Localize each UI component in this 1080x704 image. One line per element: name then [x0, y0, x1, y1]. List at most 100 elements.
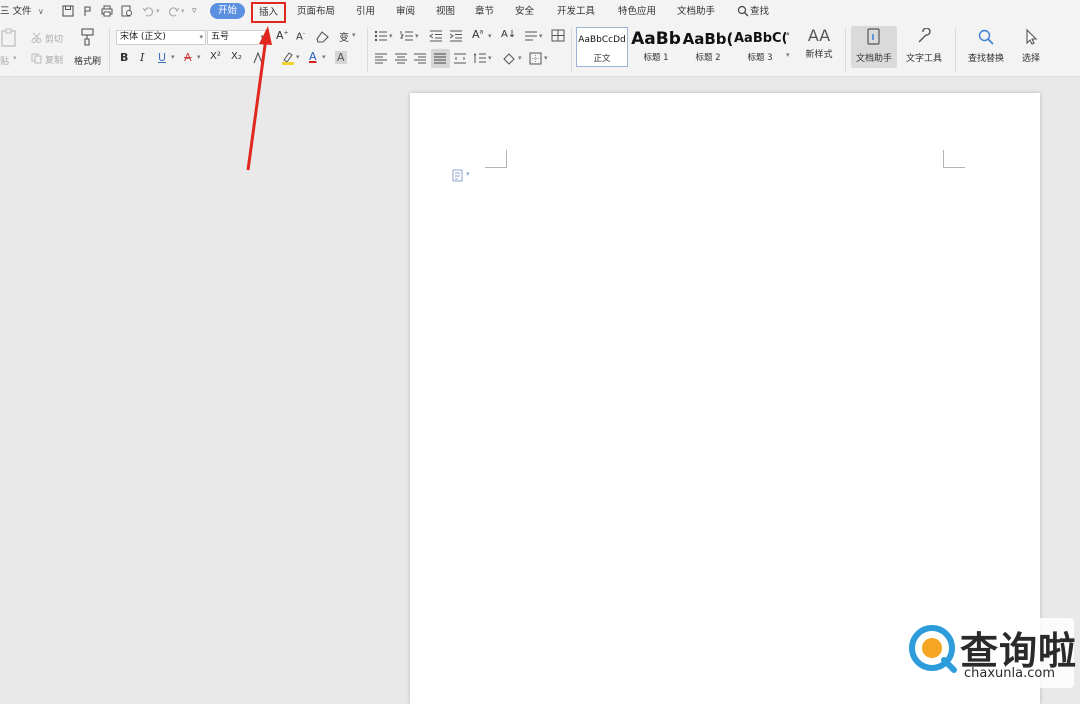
tab-developer-tools[interactable]: 开发工具	[557, 4, 595, 19]
watermark: 查询啦 chaxunla.com	[904, 618, 1076, 688]
tab-view[interactable]: 视图	[436, 4, 455, 19]
doc-assistant-icon	[867, 28, 880, 45]
search-command[interactable]: 查找	[750, 4, 769, 19]
pinyin-dropdown-icon[interactable]: ▾	[352, 31, 356, 39]
strikethrough-dropdown-icon[interactable]: ▾	[197, 53, 201, 61]
font-size-dropdown-icon[interactable]: ▾	[260, 31, 264, 44]
tab-references[interactable]: 引用	[356, 4, 375, 19]
change-case-icon[interactable]: Aa	[472, 28, 483, 41]
copy-button[interactable]: 复制	[45, 53, 63, 66]
new-style-button[interactable]: AA 新样式	[800, 26, 838, 60]
numbered-list-icon[interactable]	[400, 30, 414, 42]
format-painter-button[interactable]: 格式刷	[74, 54, 101, 67]
align-center-icon[interactable]	[394, 53, 408, 64]
styles-more-icon[interactable]: ▾	[786, 51, 790, 59]
bullet-list-dropdown-icon[interactable]: ▾	[389, 32, 393, 40]
group-divider	[571, 28, 572, 72]
numbered-list-dropdown-icon[interactable]: ▾	[415, 32, 419, 40]
show-marks-dropdown-icon[interactable]: ▾	[539, 32, 543, 40]
document-page[interactable]: ▾	[410, 93, 1040, 704]
shrink-font-icon[interactable]: A-	[296, 30, 305, 42]
superscript-button[interactable]: X²	[210, 51, 221, 62]
export-pdf-icon[interactable]	[82, 5, 94, 17]
highlight-color-icon[interactable]	[281, 51, 295, 65]
styles-scroll-up-icon[interactable]: ▴	[786, 29, 790, 37]
file-menu-chevron-icon[interactable]: ∨	[38, 4, 44, 19]
search-icon[interactable]	[737, 5, 749, 17]
table-grid-icon[interactable]	[551, 29, 565, 42]
cut-button[interactable]: 剪切	[45, 32, 63, 45]
underline-button[interactable]: U	[158, 51, 166, 64]
group-divider	[955, 28, 956, 72]
justify-icon[interactable]	[433, 53, 447, 64]
redo-dropdown-icon[interactable]: ▾	[181, 4, 185, 19]
underline-dropdown-icon[interactable]: ▾	[171, 53, 175, 61]
group-divider	[367, 28, 368, 72]
change-case-dropdown-icon[interactable]: ▾	[488, 32, 492, 40]
font-size-select[interactable]: 五号 ▾	[207, 30, 267, 45]
line-spacing-dropdown-icon[interactable]: ▾	[488, 54, 492, 62]
style-heading-3[interactable]: AaBbC( 标题 3	[734, 27, 786, 67]
font-color-button[interactable]: A	[309, 50, 317, 63]
increase-indent-icon[interactable]	[449, 30, 463, 42]
ribbon-toolbar: 贴 ▾ 剪切 复制 格式刷 宋体 (正文) ▾ 五号 ▾ A+ A- 变 ▾ B…	[0, 23, 1080, 77]
bold-button[interactable]: B	[120, 51, 128, 64]
font-name-select[interactable]: 宋体 (正文) ▾	[116, 30, 206, 45]
sort-icon[interactable]: A↓	[501, 29, 516, 40]
paste-button[interactable]: 贴	[0, 54, 9, 67]
save-icon[interactable]	[62, 5, 74, 17]
print-icon[interactable]	[101, 5, 113, 17]
paragraph-layout-icon[interactable]	[452, 169, 464, 182]
print-preview-icon[interactable]	[121, 5, 133, 17]
tab-special-apps[interactable]: 特色应用	[618, 4, 656, 19]
strikethrough-button[interactable]: A	[184, 51, 192, 64]
tab-insert[interactable]: 插入	[251, 2, 286, 23]
tab-review[interactable]: 审阅	[396, 4, 415, 19]
align-left-icon[interactable]	[374, 53, 388, 64]
style-heading-2[interactable]: AaBb( 标题 2	[682, 27, 734, 67]
shading-icon[interactable]	[502, 52, 516, 65]
styles-gallery: AaBbCcDd 正文 AaBb 标题 1 AaBb( 标题 2 AaBbC( …	[576, 27, 794, 67]
distributed-align-icon[interactable]	[453, 53, 467, 64]
style-heading-1[interactable]: AaBb 标题 1	[630, 27, 682, 67]
doc-assistant-button[interactable]: 文档助手	[851, 26, 897, 68]
tab-chapter[interactable]: 章节	[475, 4, 494, 19]
text-effect-icon[interactable]	[252, 52, 266, 64]
paste-dropdown-icon[interactable]: ▾	[13, 54, 17, 62]
font-color-dropdown-icon[interactable]: ▾	[322, 53, 326, 61]
highlight-dropdown-icon[interactable]: ▾	[296, 53, 300, 61]
undo-dropdown-icon[interactable]: ▾	[156, 4, 160, 19]
decrease-indent-icon[interactable]	[429, 30, 443, 42]
file-menu[interactable]: 三 文件	[0, 4, 32, 19]
customize-toolbar-icon[interactable]: ▿	[192, 4, 197, 19]
show-marks-icon[interactable]	[524, 30, 538, 42]
copy-icon[interactable]	[31, 53, 42, 64]
undo-icon[interactable]	[142, 5, 154, 17]
clear-format-icon[interactable]	[316, 31, 329, 43]
tab-security[interactable]: 安全	[515, 4, 534, 19]
paragraph-layout-dropdown-icon[interactable]: ▾	[466, 170, 470, 178]
select-button[interactable]: 选择	[1014, 26, 1048, 64]
tab-doc-assistant[interactable]: 文档助手	[677, 4, 715, 19]
subscript-button[interactable]: X₂	[231, 51, 242, 62]
borders-dropdown-icon[interactable]: ▾	[544, 54, 548, 62]
format-painter-icon[interactable]	[80, 28, 96, 46]
italic-button[interactable]: I	[140, 51, 144, 64]
find-replace-button[interactable]: 查找替换	[962, 26, 1010, 64]
redo-icon[interactable]	[168, 5, 180, 17]
font-name-dropdown-icon[interactable]: ▾	[199, 31, 203, 44]
line-spacing-icon[interactable]	[473, 53, 487, 64]
tab-page-layout[interactable]: 页面布局	[297, 4, 335, 19]
paste-icon[interactable]	[0, 28, 18, 48]
borders-icon[interactable]	[529, 52, 542, 65]
shading-dropdown-icon[interactable]: ▾	[518, 54, 522, 62]
text-tools-button[interactable]: 文字工具	[900, 26, 948, 64]
tab-start[interactable]: 开始	[210, 3, 245, 19]
style-normal[interactable]: AaBbCcDd 正文	[576, 27, 628, 67]
char-shading-button[interactable]: A	[335, 51, 347, 64]
pinyin-guide-icon[interactable]: 变	[339, 29, 349, 44]
align-right-icon[interactable]	[413, 53, 427, 64]
grow-font-icon[interactable]: A+	[276, 29, 289, 42]
cut-icon[interactable]	[31, 32, 42, 43]
bullet-list-icon[interactable]	[374, 30, 388, 42]
